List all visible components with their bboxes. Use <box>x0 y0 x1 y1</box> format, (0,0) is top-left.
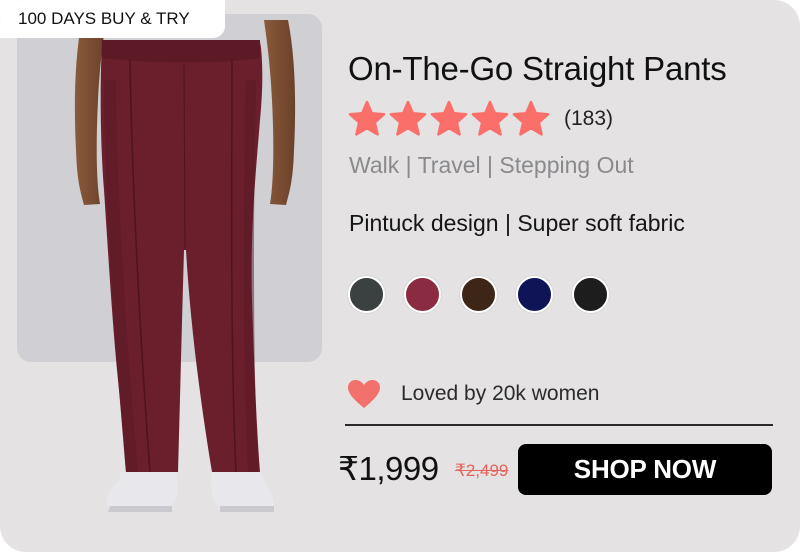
color-swatches <box>348 276 609 313</box>
star-icon <box>389 100 427 136</box>
star-icon <box>471 100 509 136</box>
sale-price: ₹1,999 <box>338 450 439 487</box>
star-icon <box>430 100 468 136</box>
product-title[interactable]: On-The-Go Straight Pants <box>348 50 727 88</box>
color-swatch-berry[interactable] <box>404 276 441 313</box>
color-swatch-navy[interactable] <box>516 276 553 313</box>
rating-row: (183) <box>348 100 613 138</box>
star-icon <box>348 100 386 136</box>
rating-stars <box>348 100 550 138</box>
color-swatch-brown[interactable] <box>460 276 497 313</box>
color-swatch-slate-grey[interactable] <box>348 276 385 313</box>
original-price: ₹2,499 <box>455 461 509 480</box>
heart-icon <box>348 380 380 408</box>
product-image[interactable] <box>60 20 310 552</box>
star-icon <box>512 100 550 136</box>
loved-by-text: Loved by 20k women <box>401 382 600 405</box>
review-count[interactable]: (183) <box>564 107 613 131</box>
buy-try-badge: 100 DAYS BUY & TRY <box>0 0 225 38</box>
color-swatch-black[interactable] <box>572 276 609 313</box>
feature-list: Pintuck design | Super soft fabric <box>349 210 685 236</box>
social-proof: Loved by 20k women <box>347 379 599 409</box>
product-card: 100 DAYS BUY & TRY On-The-Go Straight Pa… <box>0 0 800 552</box>
usage-tags: Walk | Travel | Stepping Out <box>349 152 634 178</box>
shop-now-button[interactable]: SHOP NOW <box>518 444 772 495</box>
divider <box>345 424 773 426</box>
